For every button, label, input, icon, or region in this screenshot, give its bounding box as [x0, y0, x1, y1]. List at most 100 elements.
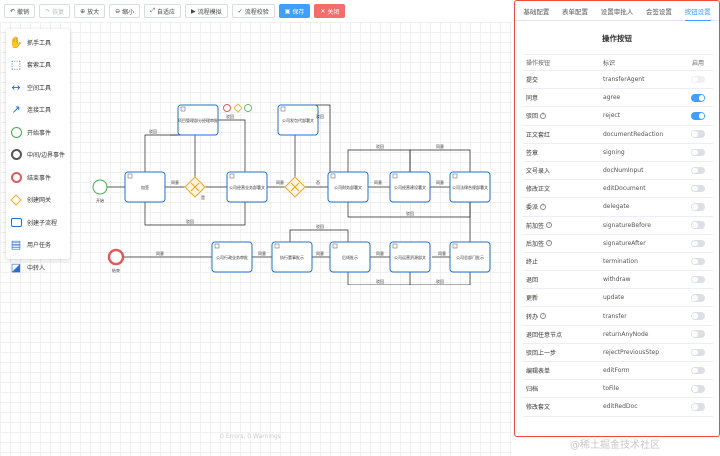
edge-label: 否	[316, 180, 320, 185]
button-key: termination	[603, 257, 638, 265]
edge-label: 同意	[276, 179, 284, 185]
button-key: reject	[603, 112, 621, 120]
button-key: agree	[603, 94, 621, 102]
enable-switch[interactable]	[691, 385, 705, 393]
palette-item-8[interactable]: 创建子流程	[10, 211, 66, 234]
task-label: 公司法律合规部署文	[452, 184, 488, 190]
close-icon: ✕	[320, 7, 326, 15]
enable-switch[interactable]	[691, 148, 705, 157]
edge-label: 驳回	[376, 143, 384, 149]
enable-switch[interactable]	[691, 348, 705, 357]
toolbar-button-8[interactable]: ✕ 关闭	[314, 4, 346, 18]
enable-switch[interactable]	[691, 330, 705, 338]
space-icon: ↔	[11, 80, 21, 94]
toolbar-button-label: 关闭	[327, 8, 340, 16]
button-name: 修改套文	[526, 404, 551, 412]
button-name-cell: 退回	[523, 275, 603, 284]
toolbar-button-1[interactable]: ↷ 恢复	[39, 4, 71, 18]
task-label: 项目管理部分经理审批	[178, 117, 218, 123]
toolbar: ↶ 撤销 ↷ 恢复 ⊕ 放大 ⊖ 缩小 ⤢ 自适应 ▶ 流程模拟 ✓ 流程校验 ▣ 保存 ✕ 关闭	[4, 4, 346, 18]
toolbar-button-6[interactable]: ✓ 流程校验	[231, 4, 275, 18]
tab-0[interactable]: 基础配置	[523, 1, 549, 21]
gateway-icon	[10, 194, 22, 206]
enable-switch[interactable]	[691, 221, 705, 229]
palette-item-0[interactable]: ✋ 抓手工具	[9, 31, 66, 54]
enable-switch[interactable]	[691, 294, 705, 302]
palette-item-10[interactable]: ◪ 中转人	[10, 256, 66, 279]
button-name-cell: 归档	[523, 384, 603, 393]
toolbar-button-label: 流程校验	[244, 8, 269, 16]
help-icon[interactable]: ?	[540, 203, 547, 210]
enable-switch[interactable]	[691, 94, 705, 102]
enable-switch[interactable]	[691, 112, 705, 120]
enable-switch[interactable]	[691, 130, 705, 138]
toolbar-button-2[interactable]: ⊕ 放大	[74, 4, 106, 18]
start-event-label: 开始	[96, 197, 104, 203]
palette-item-5[interactable]: 中间/边界事件	[10, 144, 66, 167]
edge-label: 驳回	[376, 278, 384, 284]
palette-item-6[interactable]: 结束事件	[10, 166, 66, 189]
toolbar-button-0[interactable]: ↶ 撤销	[4, 4, 36, 18]
palette-item-1[interactable]: ⬚ 套索工具	[10, 54, 66, 77]
enable-switch[interactable]	[691, 275, 705, 284]
button-name-cell: 驳回上一步	[523, 348, 603, 357]
button-name: 签章	[526, 149, 539, 157]
help-icon[interactable]: ?	[540, 313, 547, 320]
edge-label: 同意	[438, 250, 446, 256]
palette-item-3[interactable]: ↗ 连接工具	[10, 99, 66, 122]
button-name: 提交	[526, 77, 539, 85]
enable-switch[interactable]	[691, 203, 705, 211]
end-event-label: 结束	[112, 267, 120, 273]
palette-item-2[interactable]: ↔ 空间工具	[10, 76, 66, 99]
edge-label: 驳回	[436, 278, 444, 284]
enable-switch[interactable]	[691, 184, 705, 193]
sequence-flow	[218, 119, 246, 172]
enable-cell	[683, 330, 713, 338]
sequence-flow	[144, 134, 178, 172]
toolbar-button-3[interactable]: ⊖ 缩小	[109, 4, 141, 18]
tab-1[interactable]: 表单配置	[562, 1, 588, 21]
enable-switch[interactable]	[691, 366, 705, 375]
table-row: 前加签? signatureBefore	[523, 217, 713, 235]
button-name: 同意	[526, 95, 539, 103]
sequence-flow	[289, 229, 349, 242]
help-icon[interactable]: ?	[540, 112, 547, 119]
tab-4[interactable]: 按钮设置	[684, 1, 711, 21]
enable-cell	[683, 385, 713, 393]
help-icon[interactable]: ?	[546, 222, 553, 229]
button-key: transfer	[603, 312, 627, 320]
connect-icon: ↗	[11, 103, 21, 117]
button-key: delegate	[603, 203, 630, 211]
process-diagram[interactable]: 开始结束 加签 公司经营业务部署文 公司财务部署文 公司经营建设署文 公司法律合规部署文 项…	[80, 95, 500, 285]
toolbar-button-4[interactable]: ⤢ 自适应	[144, 4, 182, 18]
task-label: 公司经营建设署文	[394, 184, 426, 190]
watermark: @稀土掘金技术社区	[570, 440, 660, 451]
intermediate-event-icon	[10, 149, 22, 161]
enable-switch[interactable]	[691, 403, 705, 411]
button-name: 后加签	[526, 240, 545, 248]
help-icon[interactable]: ?	[546, 240, 553, 247]
tab-2[interactable]: 设置审批人	[601, 1, 634, 21]
toolbar-button-label: 缩小	[122, 8, 135, 16]
enable-switch[interactable]	[691, 257, 705, 266]
toolbar-button-label: 恢复	[52, 8, 65, 16]
button-name-cell: 修改套文	[523, 402, 603, 411]
table-row: 退回 withdraw	[523, 271, 713, 290]
enable-switch[interactable]	[691, 239, 705, 248]
button-name-cell: 同意	[523, 93, 603, 102]
play-icon: ▶	[191, 7, 196, 15]
palette-item-4[interactable]: 开始事件	[10, 121, 66, 144]
toolbar-button-5[interactable]: ▶ 流程模拟	[185, 4, 228, 18]
enable-switch[interactable]	[691, 312, 705, 320]
tab-3[interactable]: 会签设置	[646, 1, 672, 21]
zoom-in-icon: ⊕	[80, 7, 86, 15]
table-row: 更新 update	[523, 289, 713, 308]
button-name: 终止	[526, 258, 539, 266]
table-row: 正文套红 documentRedaction	[523, 126, 713, 144]
enable-switch[interactable]	[691, 166, 705, 175]
edge-label: 同意	[171, 179, 179, 185]
toolbar-button-7[interactable]: ▣ 保存	[278, 4, 311, 18]
sequence-flow	[347, 149, 411, 172]
palette-item-9[interactable]: ▤ 用户任务	[10, 234, 66, 257]
palette-item-7[interactable]: 创建网关	[10, 189, 66, 212]
